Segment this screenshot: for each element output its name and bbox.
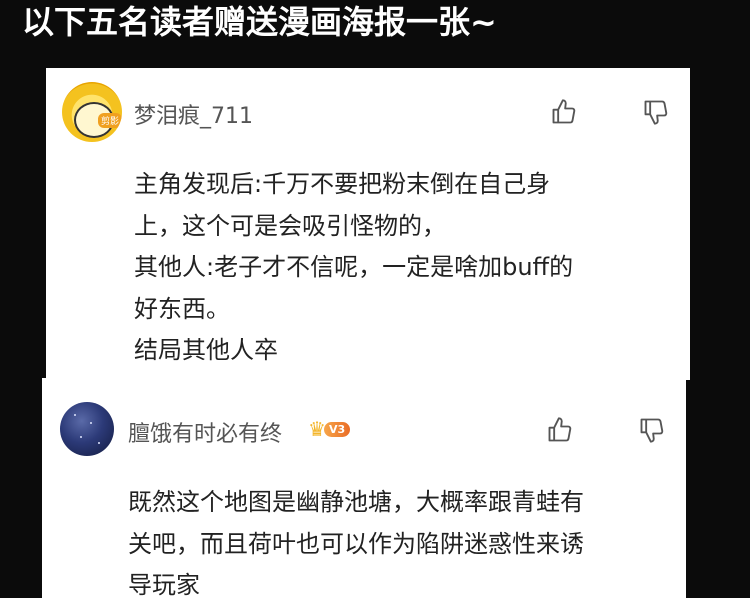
comment-card: 膻饿有时必有终 ♛ V3 既然这个地图是幽静池塘，大概率跟青蛙有 关吧，而且荷叶… <box>42 378 686 598</box>
comment-line: 既然这个地图是幽静池塘，大概率跟青蛙有 <box>128 488 584 516</box>
avatar-badge: 剪影 <box>97 113 122 128</box>
star-decoration <box>98 442 100 444</box>
comment-line: 结局其他人卒 <box>134 336 278 364</box>
username[interactable]: 膻饿有时必有终 <box>128 416 282 448</box>
comment-line: 其他人:老子才不信呢，一定是啥加buff的 <box>134 253 574 281</box>
comment-line: 关吧，而且荷叶也可以作为陷阱迷惑性来诱 <box>128 529 584 558</box>
comment-line: 导玩家 <box>128 571 200 598</box>
comment-line: 主角发现后:千万不要把粉末倒在自己身 <box>134 170 551 198</box>
comment-line: 上，这个可是会吸引怪物的， <box>134 211 446 240</box>
thumbs-down-icon[interactable] <box>642 98 670 126</box>
thumbs-up-icon[interactable] <box>546 416 574 444</box>
star-decoration <box>80 436 82 438</box>
thumbs-up-icon[interactable] <box>550 98 578 126</box>
thumbs-down-icon[interactable] <box>638 416 666 444</box>
username[interactable]: 梦泪痕_711 <box>134 98 253 130</box>
vip-level: V3 <box>323 421 351 437</box>
avatar[interactable]: 剪影 <box>62 82 122 142</box>
comment-card: 剪影 梦泪痕_711 主角发现后:千万不要把粉末倒在自己身 上，这个可是会吸引怪… <box>46 68 690 380</box>
star-decoration <box>90 422 92 424</box>
page-title: 以下五名读者赠送漫画海报一张~ <box>22 3 497 41</box>
vip-badge: ♛ V3 <box>308 416 351 442</box>
comment-text: 既然这个地图是幽静池塘，大概率跟青蛙有 关吧，而且荷叶也可以作为陷阱迷惑性来诱 … <box>128 482 676 598</box>
star-decoration <box>74 414 76 416</box>
comment-text: 主角发现后:千万不要把粉末倒在自己身 上，这个可是会吸引怪物的， 其他人:老子才… <box>134 164 674 372</box>
comment-line: 好东西。 <box>134 294 230 323</box>
avatar[interactable] <box>60 402 114 456</box>
